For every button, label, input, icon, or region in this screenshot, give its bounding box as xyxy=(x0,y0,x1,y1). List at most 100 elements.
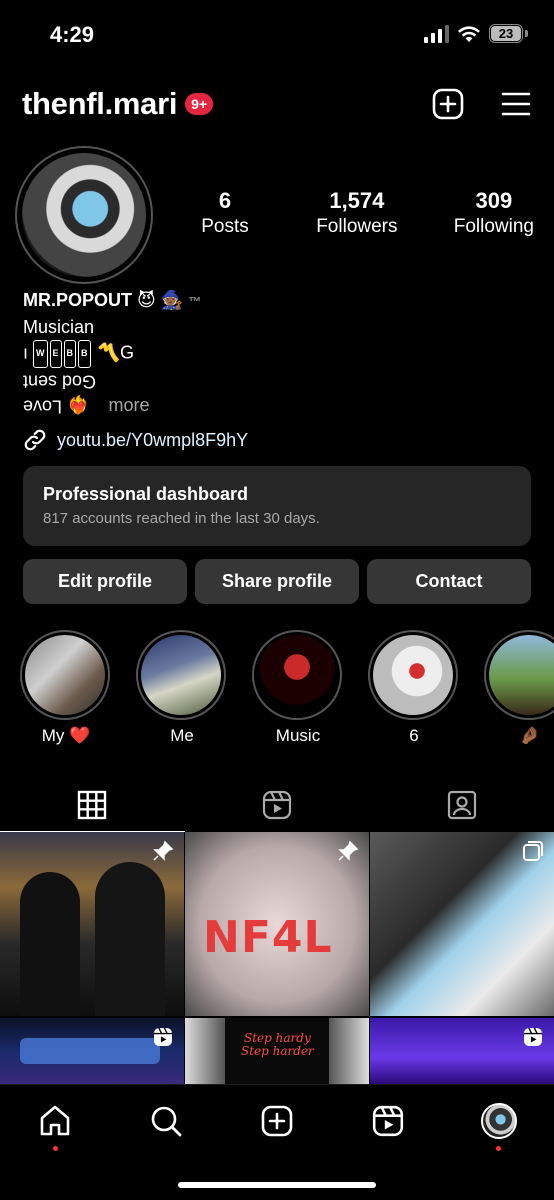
highlight-ring xyxy=(136,630,226,720)
stat-followers[interactable]: 1,574 Followers xyxy=(316,188,397,238)
pin-icon xyxy=(153,840,174,861)
post-title-nf4l: NF4L xyxy=(203,912,333,963)
professional-dashboard-card[interactable]: Professional dashboard 817 accounts reac… xyxy=(23,466,531,546)
grid-post[interactable]: Step hardy Step harder xyxy=(185,1017,369,1084)
posts-label: Posts xyxy=(201,216,249,237)
link-icon xyxy=(24,429,46,451)
status-icons: 23 xyxy=(424,24,528,43)
profile-header: thenfl.mari 9+ xyxy=(22,82,532,126)
tab-tagged[interactable] xyxy=(369,780,554,830)
search-icon xyxy=(151,1106,182,1137)
reel-icon xyxy=(524,1027,542,1046)
nav-create[interactable] xyxy=(257,1101,297,1141)
grid-post[interactable] xyxy=(0,832,184,1016)
profile-avatar[interactable] xyxy=(15,146,153,284)
post-figure xyxy=(20,872,80,1016)
nav-search[interactable] xyxy=(146,1101,186,1141)
highlight-label: Music xyxy=(275,726,321,745)
hamburger-menu-icon xyxy=(501,92,531,116)
bio-link-text[interactable]: youtu.be/Y0wmpl8F9hY xyxy=(57,430,248,451)
post-figure xyxy=(95,862,165,1016)
followers-label: Followers xyxy=(316,216,398,237)
trademark-symbol: ™ xyxy=(188,294,202,309)
edit-profile-button[interactable]: Edit profile xyxy=(23,559,187,604)
bio-line-2: God sent xyxy=(23,368,523,394)
tagged-person-icon xyxy=(447,790,476,820)
notification-dot xyxy=(496,1146,502,1151)
cellular-signal-icon xyxy=(424,24,449,43)
grid-post[interactable] xyxy=(370,1017,554,1084)
highlight-ring xyxy=(20,630,110,720)
waveform xyxy=(20,1037,160,1064)
status-bar: 4:29 23 xyxy=(0,0,554,70)
story-highlights: My ❤️ Me Music 6 🤌🏾 xyxy=(20,630,554,750)
create-post-button[interactable] xyxy=(432,88,464,120)
bio-more-link[interactable]: more xyxy=(109,395,150,415)
reels-icon xyxy=(372,1105,403,1137)
following-count: 309 xyxy=(475,188,513,213)
stat-following[interactable]: 309 Following xyxy=(454,188,534,238)
upside-down-text: Love xyxy=(23,396,63,417)
reels-icon xyxy=(262,790,292,820)
nav-reels[interactable] xyxy=(368,1101,408,1141)
highlight-cover xyxy=(257,635,337,715)
highlight-cover xyxy=(489,635,554,715)
tab-reels[interactable] xyxy=(185,780,370,830)
highlight-cover xyxy=(373,635,453,715)
wifi-icon xyxy=(458,25,480,42)
bottom-navigation xyxy=(0,1084,554,1200)
profile-stats: 6 Posts 1,574 Followers 309 Following xyxy=(190,188,534,238)
profile-avatar-icon xyxy=(480,1103,517,1139)
notification-badge[interactable]: 9+ xyxy=(185,93,214,115)
menu-button[interactable] xyxy=(500,88,532,120)
pin-icon xyxy=(338,840,359,861)
highlight-cover xyxy=(141,635,221,715)
highlight-ring xyxy=(484,630,554,720)
display-name: MR.POPOUT xyxy=(23,290,133,310)
grid-post[interactable]: NF4L xyxy=(185,832,369,1016)
contact-button[interactable]: Contact xyxy=(367,559,531,604)
highlight-label: 🤌🏾 xyxy=(519,726,541,745)
name-emoji: 😈 🧙🏾 xyxy=(137,290,184,310)
username[interactable]: thenfl.mari xyxy=(22,86,177,122)
share-profile-button[interactable]: Share profile xyxy=(195,559,359,604)
bio-line-1-suffix: 〽️G xyxy=(97,342,134,363)
nav-items xyxy=(0,1085,554,1151)
dashboard-title: Professional dashboard xyxy=(43,484,249,504)
stat-posts[interactable]: 6 Posts xyxy=(190,188,260,238)
highlight-cover xyxy=(25,635,105,715)
highlight-label: 6 xyxy=(409,726,419,745)
boxed-letter: W xyxy=(33,340,48,368)
bio-link[interactable]: youtu.be/Y0wmpl8F9hY xyxy=(23,428,248,452)
profile-action-buttons: Edit profile Share profile Contact xyxy=(23,559,531,604)
highlight-music[interactable]: Music xyxy=(252,630,344,746)
home-icon xyxy=(41,1105,70,1136)
header-actions xyxy=(432,88,532,120)
grid-post[interactable] xyxy=(0,1017,184,1084)
bio-category: Musician xyxy=(23,316,95,337)
highlight-ring xyxy=(368,630,458,720)
highlight-six[interactable]: 6 xyxy=(368,630,460,746)
battery-level: 23 xyxy=(498,26,514,41)
highlight-hand[interactable]: 🤌🏾 xyxy=(484,630,554,746)
highlight-me[interactable]: Me xyxy=(136,630,228,746)
home-indicator[interactable] xyxy=(178,1182,376,1188)
building-left xyxy=(185,1017,225,1084)
grid-post[interactable] xyxy=(370,832,554,1016)
nav-home[interactable] xyxy=(35,1101,75,1151)
post-script-text: Step hardy Step harder xyxy=(241,1030,314,1058)
following-label: Following xyxy=(453,216,534,237)
highlight-ring xyxy=(252,630,342,720)
bio-line-3: Love ❤️‍🔥 more xyxy=(23,393,523,419)
boxed-letter: B xyxy=(78,340,91,368)
nav-profile[interactable] xyxy=(479,1101,519,1151)
followers-count: 1,574 xyxy=(329,188,385,213)
dashboard-subtitle: 817 accounts reached in the last 30 days… xyxy=(43,510,320,527)
highlight-my[interactable]: My ❤️ xyxy=(20,630,112,746)
reel-icon xyxy=(154,1027,172,1046)
tab-posts-grid[interactable] xyxy=(0,780,185,832)
avatar-image xyxy=(22,153,146,277)
bio-line-1-prefix: ı xyxy=(23,342,29,363)
boxed-letter: B xyxy=(63,340,77,368)
bio-line-1: ı WEBB 〽️G xyxy=(23,340,523,368)
